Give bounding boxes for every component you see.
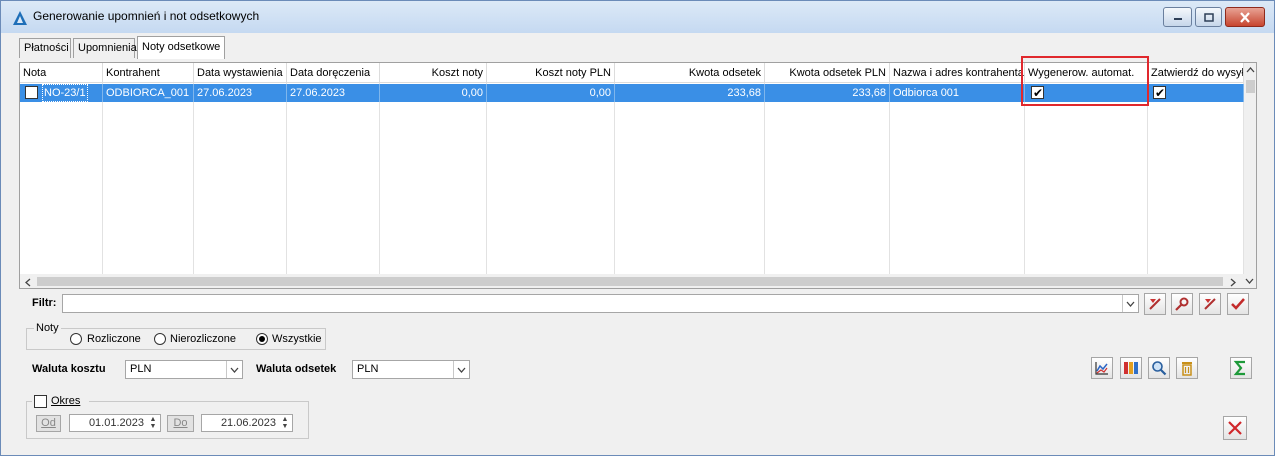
header-data-doreczenia[interactable]: Data doręczenia — [287, 63, 380, 83]
cell-data-wystawienia: 27.06.2023 — [194, 84, 287, 102]
generowanie-window: Generowanie upomnień i not odsetkowych P… — [0, 0, 1275, 456]
radio-rozliczone[interactable] — [70, 333, 82, 345]
header-koszt-noty-pln[interactable]: Koszt noty PLN — [487, 63, 615, 83]
filter-input[interactable] — [62, 294, 1139, 313]
cell-nazwa-adres: Odbiorca 001 — [890, 84, 1025, 102]
filter-wrench-icon — [1175, 297, 1189, 311]
chevron-right-icon[interactable] — [1230, 278, 1236, 287]
header-koszt-noty[interactable]: Koszt noty — [380, 63, 487, 83]
close-icon — [1228, 421, 1242, 435]
waluta-odsetek-dropdown-arrow[interactable] — [453, 361, 469, 378]
header-kontrahent[interactable]: Kontrahent — [103, 63, 194, 83]
maximize-icon — [1203, 12, 1214, 22]
vertical-scroll-thumb[interactable] — [1246, 80, 1255, 93]
zatwierdz-checkbox[interactable]: ✔ — [1153, 86, 1166, 100]
od-date-value: 01.01.2023 — [88, 417, 144, 429]
title-bar: Generowanie upomnień i not odsetkowych — [1, 1, 1274, 33]
waluta-kosztu-dropdown-arrow[interactable] — [226, 361, 242, 378]
radio-nierozliczone-label: Nierozliczone — [170, 333, 237, 345]
filter-label: Filtr: — [32, 297, 57, 309]
nota-number: NO-23/1 — [42, 84, 88, 102]
waluta-odsetek-label: Waluta odsetek — [256, 363, 337, 375]
trash-icon — [1182, 362, 1192, 376]
header-kwota-odsetek[interactable]: Kwota odsetek — [615, 63, 765, 83]
search-button[interactable] — [1148, 357, 1170, 379]
okres-label: Okres — [51, 395, 81, 407]
filter-apply-icon — [1231, 298, 1245, 310]
waluta-kosztu-label: Waluta kosztu — [32, 363, 106, 375]
header-data-wystawienia[interactable]: Data wystawienia — [194, 63, 287, 83]
header-kwota-odsetek-pln[interactable]: Kwota odsetek PLN — [765, 63, 890, 83]
header-nazwa-adres[interactable]: Nazwa i adres kontrahenta — [890, 63, 1025, 83]
cell-data-doreczenia: 27.06.2023 — [287, 84, 380, 102]
od-button[interactable]: Od — [36, 415, 61, 432]
od-date-spinner[interactable]: ▲ ▼ — [147, 416, 159, 430]
filter-remove-button[interactable] — [1199, 293, 1221, 315]
check-icon: ✔ — [1155, 86, 1166, 100]
filter-build-button[interactable] — [1171, 293, 1193, 315]
close-window-button[interactable] — [1225, 7, 1265, 27]
chevron-left-icon[interactable] — [25, 278, 31, 287]
cell-nota: NO-23/1 — [20, 84, 103, 102]
header-nota[interactable]: Nota — [20, 63, 103, 83]
okres-legend: Okres — [32, 394, 89, 409]
window-title: Generowanie upomnień i not odsetkowych — [33, 9, 260, 23]
filter-clear-icon — [1149, 298, 1161, 310]
columns-icon — [1124, 362, 1138, 374]
chart-button[interactable] — [1091, 357, 1113, 379]
sigma-icon — [1233, 360, 1245, 376]
header-zatwierdz[interactable]: Zatwierdź do wysył — [1148, 63, 1244, 83]
do-date-input[interactable]: 21.06.2023 ▲ ▼ — [201, 414, 293, 432]
do-date-value: 21.06.2023 — [220, 417, 276, 429]
waluta-kosztu-select[interactable]: PLN — [125, 360, 243, 379]
tab-noty-odsetkowe[interactable]: Noty odsetkowe — [137, 36, 225, 59]
cell-kwota-odsetek-pln: 233,68 — [765, 84, 890, 102]
filter-remove-icon — [1204, 298, 1216, 310]
delete-button[interactable] — [1176, 357, 1198, 379]
highlight-box — [1021, 56, 1149, 106]
cell-zatwierdz: ✔ — [1148, 84, 1244, 102]
row-select-checkbox[interactable] — [25, 86, 38, 99]
close-icon — [1240, 11, 1250, 23]
do-button[interactable]: Do — [167, 415, 194, 432]
od-date-input[interactable]: 01.01.2023 ▲ ▼ — [69, 414, 161, 432]
minimize-button[interactable] — [1163, 7, 1192, 27]
waluta-odsetek-select[interactable]: PLN — [352, 360, 470, 379]
filter-apply-button[interactable] — [1227, 293, 1249, 315]
cell-kwota-odsetek: 233,68 — [615, 84, 765, 102]
vertical-scrollbar[interactable] — [1244, 63, 1256, 274]
search-icon — [1152, 361, 1167, 376]
chevron-down-icon[interactable] — [1245, 278, 1254, 284]
waluta-kosztu-value: PLN — [130, 363, 152, 375]
minimize-icon — [1173, 18, 1182, 20]
cell-koszt-noty: 0,00 — [380, 84, 487, 102]
noty-legend: Noty — [34, 322, 61, 334]
radio-nierozliczone[interactable] — [154, 333, 166, 345]
app-logo-icon — [13, 11, 27, 25]
radio-rozliczone-label: Rozliczone — [87, 333, 141, 345]
chevron-down-icon — [1126, 301, 1135, 307]
cell-koszt-noty-pln: 0,00 — [487, 84, 615, 102]
columns-button[interactable] — [1120, 357, 1142, 379]
filter-dropdown-arrow[interactable] — [1122, 295, 1138, 312]
radio-wszystkie[interactable] — [256, 333, 268, 345]
tab-platnosci[interactable]: Płatności — [19, 38, 71, 58]
sum-button[interactable] — [1230, 357, 1252, 379]
filter-clear-button[interactable] — [1144, 293, 1166, 315]
cell-kontrahent: ODBIORCA_001 — [103, 84, 194, 102]
do-date-spinner[interactable]: ▲ ▼ — [279, 416, 291, 430]
horizontal-scroll-thumb[interactable] — [37, 277, 1223, 286]
maximize-button[interactable] — [1195, 7, 1222, 27]
radio-wszystkie-label: Wszystkie — [272, 333, 322, 345]
chevron-down-icon — [457, 367, 466, 373]
waluta-odsetek-value: PLN — [357, 363, 379, 375]
okres-checkbox[interactable] — [34, 395, 47, 408]
chevron-down-icon — [230, 367, 239, 373]
line-chart-icon — [1095, 362, 1108, 375]
close-button[interactable] — [1223, 416, 1247, 440]
tab-upomnienia[interactable]: Upomnienia — [73, 38, 137, 58]
horizontal-scrollbar[interactable] — [20, 274, 1256, 288]
chevron-up-icon[interactable] — [1246, 67, 1255, 73]
